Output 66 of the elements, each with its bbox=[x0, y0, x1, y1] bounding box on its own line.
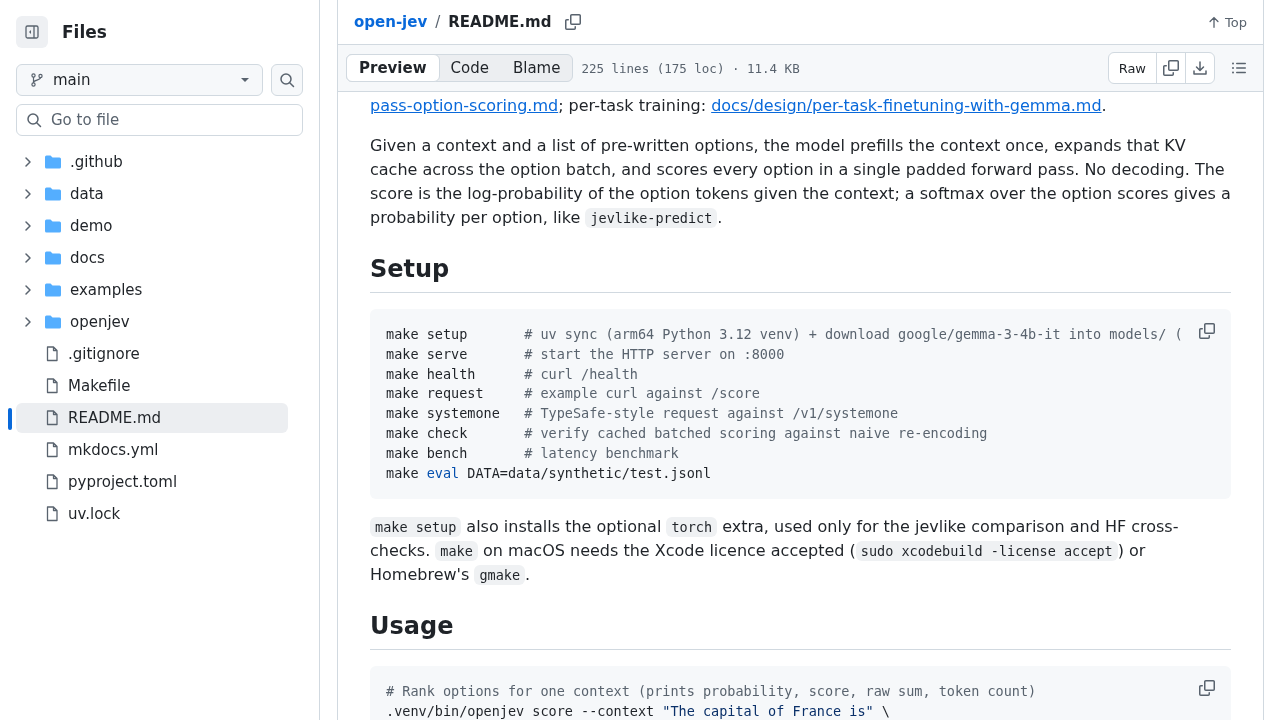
selection-bar bbox=[8, 408, 12, 430]
file-icon bbox=[44, 442, 60, 458]
collapse-sidebar-button[interactable] bbox=[16, 16, 48, 48]
search-button[interactable] bbox=[271, 64, 303, 96]
view-tab[interactable]: Blame bbox=[500, 55, 573, 81]
file-tree-item[interactable]: docs bbox=[16, 243, 288, 273]
code-line: # Rank options for one context (prints probability, score, raw sum, token count) bbox=[386, 682, 1037, 702]
code-line: make eval DATA=data/synthetic/test.jsonl bbox=[386, 463, 712, 483]
folder-icon bbox=[44, 282, 62, 298]
copy-icon[interactable] bbox=[1199, 680, 1215, 697]
file-search-field[interactable]: Go to file bbox=[16, 104, 303, 136]
file-icon bbox=[44, 346, 60, 362]
paragraph: make setup also installs the optional torch extra, used only for the jevlike comparison and HF cross-checks. make on macOS needs the Xcode licence accepted ( sudo xcodebuild -license accept ) or Homebrew's gmake . bbox=[370, 516, 1180, 588]
folder-icon bbox=[44, 186, 62, 202]
file-tree-item[interactable]: pyproject.toml bbox=[16, 467, 288, 497]
arrow-up-icon[interactable] bbox=[1207, 15, 1222, 29]
repo-link[interactable]: open-jev bbox=[354, 13, 428, 31]
folder-icon bbox=[44, 218, 62, 234]
code-line: make bench # latency benchmark bbox=[386, 443, 679, 463]
copy-icon[interactable] bbox=[1199, 323, 1215, 339]
branch-icon bbox=[29, 72, 45, 88]
list-icon[interactable] bbox=[1231, 60, 1247, 76]
view-tab[interactable]: Code bbox=[438, 55, 501, 81]
path-separator: / bbox=[435, 13, 441, 31]
sidebar-panel-icon[interactable] bbox=[24, 24, 40, 40]
caret-icon[interactable] bbox=[240, 77, 250, 83]
link[interactable]: pass-option-scoring.md bbox=[370, 96, 559, 115]
file-icon bbox=[44, 506, 60, 522]
file-tree-item[interactable]: openjev bbox=[16, 307, 288, 337]
file-tree-item[interactable]: uv.lock bbox=[16, 499, 288, 529]
file-tree-item[interactable]: demo bbox=[16, 211, 288, 241]
copy-icon[interactable] bbox=[1163, 60, 1179, 76]
file-icon bbox=[44, 474, 60, 490]
file-tree-item[interactable]: mkdocs.yml bbox=[16, 435, 288, 465]
code-line: make health # curl /health bbox=[386, 364, 638, 384]
paragraph: pass-option-scoring.md; per-task training: docs/design/per-task-finetuning-with-gemma.md. bbox=[370, 95, 1108, 117]
folder-icon bbox=[44, 154, 62, 170]
folder-icon bbox=[44, 314, 62, 330]
code-line: make setup # uv sync (arm64 Python 3.12 venv) + download google/gemma-3-4b-it into models/ ( bbox=[386, 325, 1183, 344]
file-name: README.md bbox=[448, 13, 552, 31]
folder-icon bbox=[44, 250, 62, 266]
search-icon bbox=[26, 112, 42, 128]
file-tree-item[interactable]: Makefile bbox=[16, 371, 288, 401]
link[interactable]: docs/design/per-task-finetuning-with-gemma.md bbox=[711, 96, 1102, 115]
code-line: make systemone # TypeSafe-style request against /v1/systemone bbox=[386, 404, 899, 424]
code-line: make serve # start the HTTP server on :8000 bbox=[386, 344, 785, 364]
branch-dropdown[interactable]: main bbox=[16, 64, 263, 96]
download-icon[interactable] bbox=[1192, 60, 1208, 76]
top-button[interactable]: Top bbox=[1207, 14, 1247, 30]
file-tree-item[interactable]: .gitignore bbox=[16, 339, 288, 369]
view-tab[interactable]: Preview bbox=[346, 54, 440, 82]
file-icon bbox=[44, 410, 60, 426]
copy-path-icon[interactable] bbox=[565, 14, 582, 30]
section-heading: Setup bbox=[370, 254, 1231, 293]
file-tree-item[interactable]: .github bbox=[16, 147, 288, 177]
file-tree-item[interactable]: data bbox=[16, 179, 288, 209]
code-line: .venv/bin/openjev score --context "The capital of France is" \ bbox=[386, 702, 890, 720]
search-icon[interactable] bbox=[279, 72, 295, 88]
sidebar-title: Files bbox=[62, 22, 107, 42]
paragraph: Given a context and a list of pre-written options, the model prefills the context once, expands that KV cache across the option batch, and scores every option in a single padded forward pass. No decoding. The score is the log-probability of the option tokens given the context; a softmax over the option scores gives a probability per option, like jevlike-predict . bbox=[370, 135, 1231, 230]
section-heading: Usage bbox=[370, 611, 1231, 651]
code-line: make check # verify cached batched scoring against naive re-encoding bbox=[386, 424, 988, 443]
code-line: make request # example curl against /score bbox=[386, 384, 760, 404]
file-icon bbox=[44, 378, 60, 394]
file-info: 225 lines (175 loc) · 11.4 KB bbox=[581, 60, 800, 76]
file-tree-item[interactable]: examples bbox=[16, 275, 288, 305]
